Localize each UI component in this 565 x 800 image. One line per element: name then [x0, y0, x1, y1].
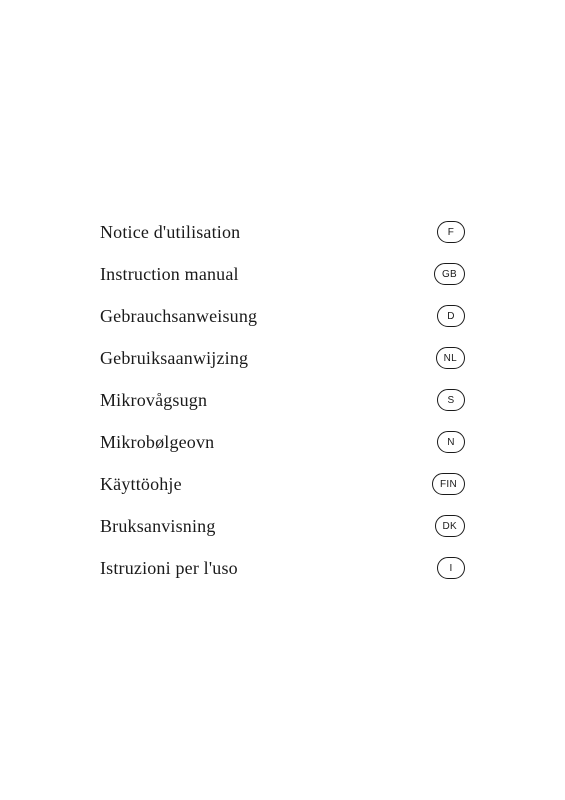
- language-badge: N: [437, 431, 465, 453]
- list-item: Gebrauchsanweisung D: [100, 295, 465, 337]
- list-item: Bruksanvisning DK: [100, 505, 465, 547]
- list-item: Gebruiksaanwijzing NL: [100, 337, 465, 379]
- manual-item-label: Käyttöohje: [100, 474, 182, 495]
- manual-item-label: Notice d'utilisation: [100, 222, 240, 243]
- language-badge: S: [437, 389, 465, 411]
- manual-item-label: Bruksanvisning: [100, 516, 216, 537]
- language-badge: F: [437, 221, 465, 243]
- list-item: Mikrobølgeovn N: [100, 421, 465, 463]
- manual-item-label: Gebruiksaanwijzing: [100, 348, 248, 369]
- language-badge: D: [437, 305, 465, 327]
- manual-list: Notice d'utilisation F Instruction manual G…: [100, 211, 465, 589]
- language-badge: FIN: [432, 473, 465, 495]
- language-badge: DK: [435, 515, 466, 537]
- list-item: Notice d'utilisation F: [100, 211, 465, 253]
- list-item: Istruzioni per l'uso I: [100, 547, 465, 589]
- language-badge: I: [437, 557, 465, 579]
- manual-item-label: Mikrovågsugn: [100, 390, 207, 411]
- list-item: Käyttöohje FIN: [100, 463, 465, 505]
- manual-item-label: Mikrobølgeovn: [100, 432, 214, 453]
- manual-item-label: Istruzioni per l'uso: [100, 558, 238, 579]
- language-badge: NL: [436, 347, 465, 369]
- list-item: Mikrovågsugn S: [100, 379, 465, 421]
- manual-item-label: Gebrauchsanweisung: [100, 306, 257, 327]
- language-badge: GB: [434, 263, 465, 285]
- list-item: Instruction manual GB: [100, 253, 465, 295]
- manual-item-label: Instruction manual: [100, 264, 239, 285]
- page-container: Notice d'utilisation F Instruction manual G…: [0, 0, 565, 800]
